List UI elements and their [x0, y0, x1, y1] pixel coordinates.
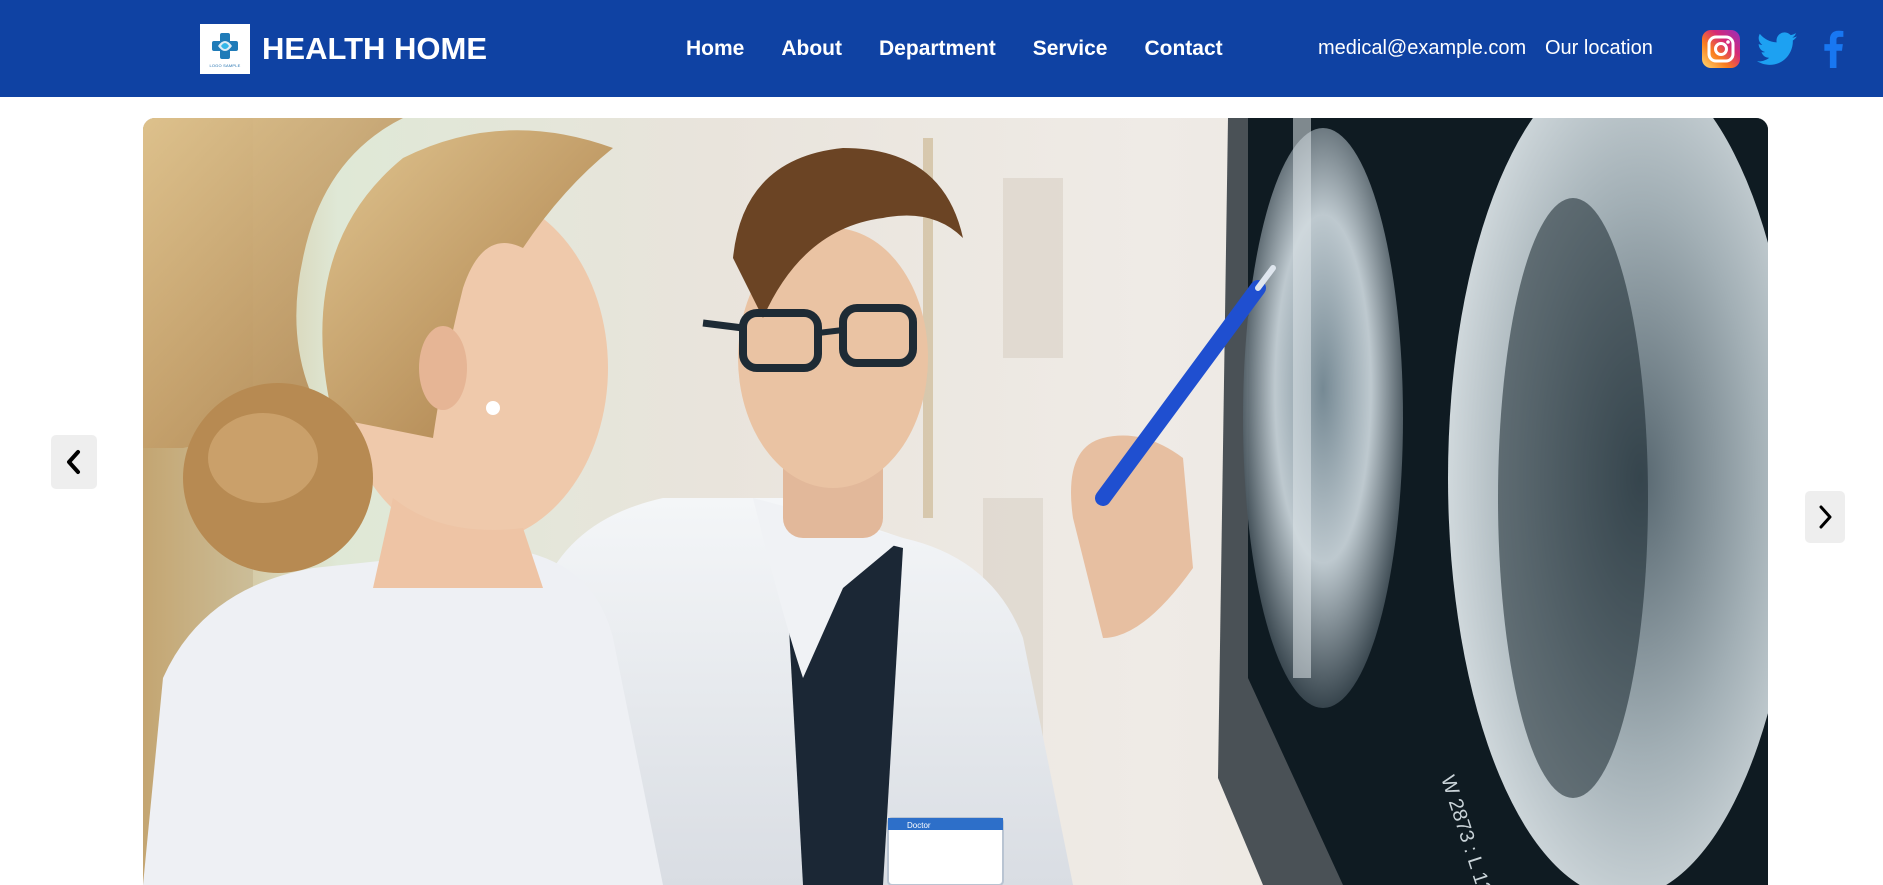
twitter-icon[interactable]: [1757, 30, 1797, 68]
brand-title[interactable]: HEALTH HOME: [262, 31, 487, 67]
main-nav: Home About Department Service Contact: [686, 36, 1260, 62]
hero-image: W 2873 : L 1336 Doctor: [143, 118, 1768, 885]
instagram-icon[interactable]: [1701, 30, 1741, 68]
badge-text: Doctor: [907, 821, 931, 830]
contact-location[interactable]: Our location: [1545, 35, 1653, 61]
logo-caption: LOGO SAMPLE: [209, 63, 241, 68]
nav-home[interactable]: Home: [686, 36, 744, 62]
logo[interactable]: LOGO SAMPLE: [200, 24, 250, 74]
contact-email[interactable]: medical@example.com: [1318, 35, 1526, 61]
nav-contact[interactable]: Contact: [1144, 36, 1222, 62]
chevron-left-icon: [67, 450, 80, 474]
carousel-next-button[interactable]: [1805, 491, 1845, 543]
carousel-prev-button[interactable]: [51, 435, 97, 489]
nav-department[interactable]: Department: [879, 36, 996, 62]
nav-about[interactable]: About: [781, 36, 842, 62]
medical-cross-icon: [212, 33, 238, 59]
chevron-right-icon: [1819, 505, 1832, 529]
top-navbar: LOGO SAMPLE HEALTH HOME Home About Depar…: [0, 0, 1883, 97]
nav-service[interactable]: Service: [1033, 36, 1108, 62]
facebook-icon[interactable]: [1813, 30, 1853, 68]
doctors-xray-photo: W 2873 : L 1336 Doctor: [143, 118, 1768, 885]
